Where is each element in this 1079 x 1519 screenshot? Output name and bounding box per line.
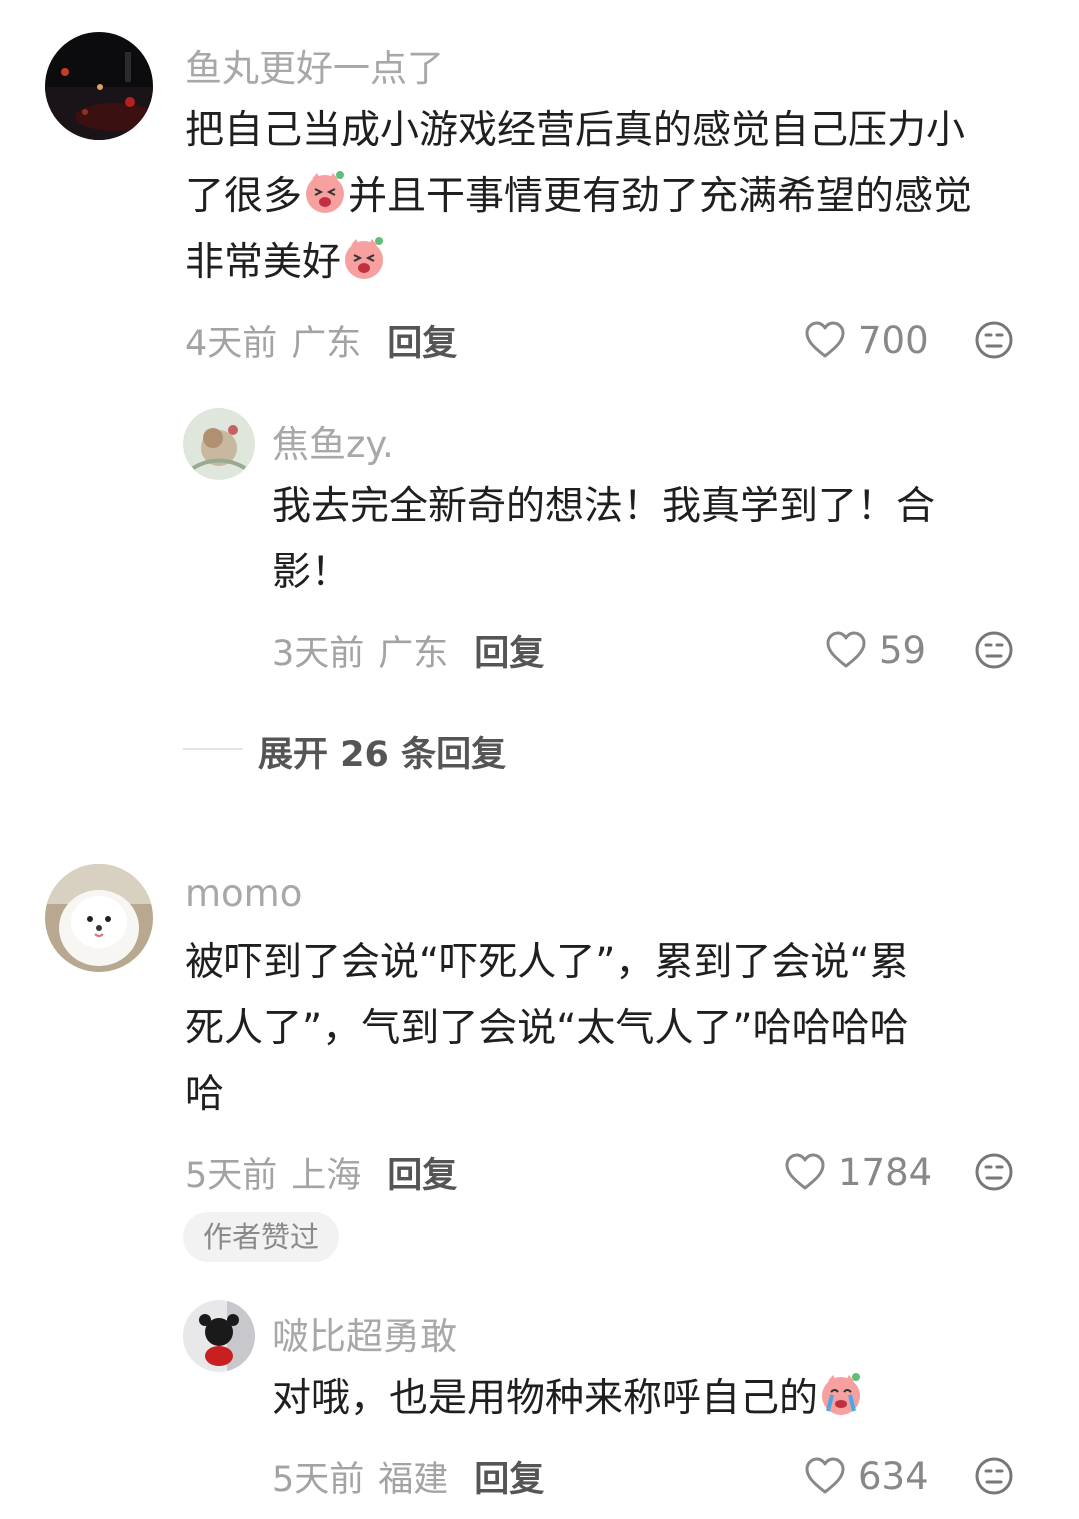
reply-text: 我去完全新奇的想法！我真学到了！合 影！ <box>272 474 1012 606</box>
comment-time: 5天前 <box>185 1155 278 1196</box>
heart-outline-icon <box>785 1153 825 1190</box>
heart-outline-icon <box>805 1457 845 1494</box>
reply-text-line: 影！ <box>272 550 351 595</box>
like-button[interactable]: 700 <box>804 318 929 362</box>
comment-text-line: 把自己当成小游戏经营后真的感觉自己压力小 <box>185 108 966 153</box>
meh-face-icon <box>975 1457 1013 1495</box>
reply-location: 广东 <box>378 633 449 674</box>
reply-button[interactable]: 回复 <box>474 625 544 676</box>
reply-text-segment: 对哦，也是用物种来称呼自己的 <box>272 1376 819 1421</box>
reply-text-line: 我去完全新奇的想法！我真学到了！合 <box>272 484 936 529</box>
like-button[interactable]: 634 <box>804 1454 929 1498</box>
like-count: 1784 <box>838 1150 933 1194</box>
comment-text-line: 非常美好 <box>185 230 1045 296</box>
comment-location: 上海 <box>291 1155 362 1196</box>
expand-divider <box>183 748 243 750</box>
like-button[interactable]: 59 <box>825 628 926 672</box>
dislike-button[interactable] <box>974 320 1014 360</box>
author-liked-badge: 作者赞过 <box>183 1212 340 1262</box>
avatar[interactable] <box>45 32 153 140</box>
reply-username[interactable]: 啵比超勇敢 <box>272 1306 457 1360</box>
like-count: 634 <box>858 1454 929 1498</box>
comment-text: 被吓到了会说“吓死人了”，累到了会说“累 死人了”，气到了会说“太气人了”哈哈哈… <box>185 930 1045 1128</box>
heart-outline-icon <box>805 321 845 358</box>
meh-face-icon <box>975 321 1013 359</box>
comment-text-segment: 了很多 <box>185 174 303 219</box>
comment-meta: 4天前 广东 回复 <box>185 318 457 364</box>
comment-text-segment: 并且干事情更有劲了充满希望的感觉 <box>348 174 973 219</box>
avatar[interactable] <box>45 864 153 972</box>
comment-text-line: 了很多 并且干事情更有劲了充满希望的感觉 <box>185 164 1045 230</box>
comment-text-line: 被吓到了会说“吓死人了”，累到了会说“累 <box>185 940 909 985</box>
dislike-button[interactable] <box>974 630 1014 670</box>
reply-time: 5天前 <box>272 1459 365 1500</box>
comment-text: 把自己当成小游戏经营后真的感觉自己压力小 了很多 并且干事情更有劲了充满希望的感… <box>185 98 1045 296</box>
comment-text-segment: 非常美好 <box>185 240 342 285</box>
like-count: 700 <box>858 318 929 362</box>
comment-username[interactable]: momo <box>185 872 302 915</box>
reply-button[interactable]: 回复 <box>387 1147 457 1198</box>
like-button[interactable]: 1784 <box>784 1150 932 1194</box>
comment-time: 4天前 <box>185 323 278 364</box>
reply-button[interactable]: 回复 <box>387 315 457 366</box>
reply-button[interactable]: 回复 <box>474 1451 544 1502</box>
comment-username[interactable]: 鱼丸更好一点了 <box>185 38 444 92</box>
expand-replies-button[interactable]: 展开 26 条回复 <box>258 726 506 777</box>
crying-pig-emoji-icon <box>818 1371 864 1417</box>
laughing-pig-emoji-icon <box>341 235 387 281</box>
reply-location: 福建 <box>378 1459 449 1500</box>
heart-outline-icon <box>826 631 866 668</box>
reply-meta: 3天前 广东 回复 <box>272 628 544 674</box>
laughing-pig-emoji-icon <box>302 169 348 215</box>
reply-text: 对哦，也是用物种来称呼自己的 <box>272 1366 1032 1432</box>
like-count: 59 <box>879 628 927 672</box>
reply-time: 3天前 <box>272 633 365 674</box>
comment-text-line: 死人了”，气到了会说“太气人了”哈哈哈哈 <box>185 1006 909 1051</box>
reply-username[interactable]: 焦鱼zy. <box>272 414 394 468</box>
reply-meta: 5天前 福建 回复 <box>272 1454 544 1500</box>
meh-face-icon <box>975 631 1013 669</box>
comment-meta: 5天前 上海 回复 <box>185 1150 457 1196</box>
meh-face-icon <box>975 1153 1013 1191</box>
dislike-button[interactable] <box>974 1456 1014 1496</box>
reply-avatar[interactable] <box>183 408 255 480</box>
reply-avatar[interactable] <box>183 1300 255 1372</box>
comment-text-line: 哈 <box>185 1072 225 1117</box>
comment-location: 广东 <box>291 323 362 364</box>
dislike-button[interactable] <box>974 1152 1014 1192</box>
